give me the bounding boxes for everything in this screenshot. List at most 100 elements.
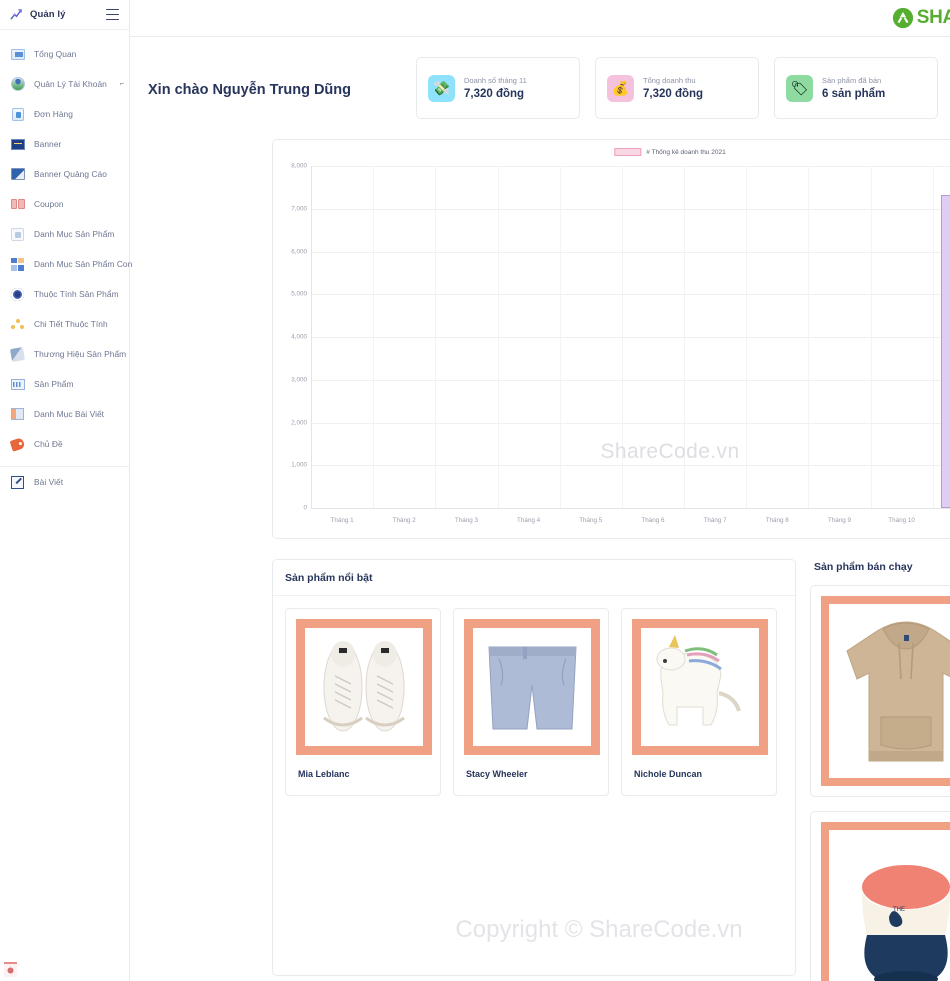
chart-y-tick: 6,000 bbox=[291, 248, 307, 255]
bucket-hat-photo: THE bbox=[821, 822, 950, 981]
chart-vgridline bbox=[621, 166, 623, 508]
chart-arrow-icon bbox=[9, 7, 24, 22]
chart-vgridline bbox=[373, 166, 375, 508]
chart-y-tick: 0 bbox=[303, 504, 307, 512]
svg-text:THE: THE bbox=[893, 907, 905, 913]
sidebar-item-san-pham[interactable]: Sản Phẩm bbox=[0, 369, 129, 399]
hamburger-icon[interactable] bbox=[106, 9, 119, 20]
chart-y-tick: 7,000 bbox=[291, 205, 307, 213]
greeting-row: Xin chào Nguyễn Trung Dũng 💸 Doanh số th… bbox=[130, 37, 950, 119]
chart-y-tick: 3,000 bbox=[291, 376, 307, 384]
product-name: Stacy Wheeler bbox=[466, 769, 528, 779]
chart-vgridline bbox=[684, 166, 685, 508]
sidebar-item-quan-ly-tai-khoan[interactable]: Quản Lý Tài Khoản ⌐ bbox=[0, 69, 129, 99]
sidebar-item-chi-tiet-thuoc-tinh[interactable]: Chi Tiết Thuộc Tính bbox=[0, 309, 129, 339]
sidebar-item-bai-viet[interactable]: Bài Viết bbox=[0, 467, 129, 497]
chart-x-tick: Tháng 8 bbox=[765, 517, 789, 524]
sidebar-item-chu-de[interactable]: Chủ Đề bbox=[0, 429, 129, 459]
revenue-chart-card: # Thống kê doanh thu 2021 0 1,000 2,000 3,0… bbox=[272, 139, 950, 539]
sidebar-item-label: Danh Mục Bài Viết bbox=[34, 409, 105, 419]
sidebar-item-label: Đơn Hàng bbox=[34, 109, 73, 119]
featured-products-panel: Sản phẩm nổi bật Mia Leblanc Stacy Wheel… bbox=[272, 559, 796, 976]
white-sneakers-photo bbox=[296, 619, 432, 755]
sidebar-item-coupon[interactable]: Coupon bbox=[0, 189, 129, 219]
sidebar-item-thuoc-tinh-san-pham[interactable]: Thuộc Tính Sản Phẩm bbox=[0, 279, 129, 309]
stat-label: Sản phẩm đã bán bbox=[822, 76, 882, 85]
sidebar-item-danh-muc-bai-viet[interactable]: Danh Mục Bài Viết bbox=[0, 399, 129, 429]
sidebar-item-danh-muc-san-pham-con[interactable]: Danh Mục Sản Phẩm Con bbox=[0, 249, 133, 279]
chart-gridline bbox=[311, 379, 950, 381]
chart-x-tick: Tháng 5 bbox=[579, 517, 603, 524]
chart-x-tick: Tháng 1 bbox=[330, 517, 354, 524]
sidebar-brand-label: Quản lý bbox=[30, 9, 66, 20]
product-name: Mia Leblanc bbox=[298, 769, 350, 779]
chart-y-tick: 8,000 bbox=[291, 162, 307, 170]
chart-x-tick: Tháng 9 bbox=[827, 517, 851, 524]
sharecode-logo: SHARECODE.vn bbox=[892, 7, 950, 29]
unicorn-plush-photo bbox=[632, 619, 768, 755]
attribute-icon bbox=[10, 287, 25, 302]
write-post-icon bbox=[10, 475, 25, 490]
sidebar-header: Quản lý bbox=[0, 0, 129, 30]
banner-ad-icon bbox=[10, 167, 25, 182]
stat-label: Tổng doanh thu bbox=[643, 76, 696, 85]
sidebar-item-thuong-hieu-san-pham[interactable]: Thương Hiệu Sản Phẩm bbox=[0, 339, 129, 369]
stat-value: 6 sản phẩm bbox=[822, 88, 886, 100]
chart-vgridline bbox=[435, 166, 437, 508]
sidebar-item-label: Thương Hiệu Sản Phẩm bbox=[34, 349, 127, 359]
bestsellers-panel-title: Sản phẩm bán chạy bbox=[814, 561, 913, 573]
sidebar-item-label: Chủ Đề bbox=[34, 439, 63, 449]
chevron-down-icon: ⌐ bbox=[119, 80, 124, 88]
featured-product-list: Mia Leblanc Stacy Wheeler Nichole Duncan bbox=[273, 596, 795, 808]
chart-vgridline bbox=[559, 166, 561, 508]
product-card[interactable]: Mia Leblanc bbox=[285, 608, 441, 796]
chart-vgridline bbox=[932, 166, 934, 508]
product-name: Nichole Duncan bbox=[634, 769, 703, 779]
subcategory-grid-icon bbox=[10, 257, 25, 272]
sidebar-item-banner-quang-cao[interactable]: Banner Quảng Cáo bbox=[0, 159, 129, 189]
chart-y-tick: 5,000 bbox=[291, 290, 307, 298]
chart-bar[interactable] bbox=[941, 195, 950, 508]
attribute-detail-icon bbox=[10, 317, 25, 332]
chart-vgridline bbox=[497, 166, 499, 508]
featured-panel-title: Sản phẩm nổi bật bbox=[273, 560, 795, 596]
chart-y-tick: 2,000 bbox=[291, 419, 307, 426]
product-icon bbox=[10, 377, 25, 392]
sidebar-item-label: Chi Tiết Thuộc Tính bbox=[34, 319, 108, 329]
money-stack-icon: 💰 bbox=[607, 74, 634, 102]
product-sold-icon: 🏷 bbox=[786, 74, 813, 102]
chart-gridline bbox=[311, 422, 950, 424]
sidebar-item-banner[interactable]: Banner bbox=[0, 129, 129, 159]
banner-icon bbox=[10, 137, 25, 152]
sidebar-item-label: Banner Quảng Cáo bbox=[34, 169, 107, 179]
chart-gridline bbox=[311, 208, 950, 210]
stat-cards: 💸 Doanh số tháng 11 7,320 đồng 💰 Tổng do… bbox=[416, 57, 938, 119]
bestseller-card[interactable]: Urielle Brooks Số lượng bán ra : 4 sản p… bbox=[810, 585, 950, 797]
sidebar-item-label: Banner bbox=[34, 139, 62, 149]
stat-value: 7,320 đồng bbox=[464, 88, 525, 100]
stat-label: Doanh số tháng 11 bbox=[464, 76, 527, 85]
bestsellers-panel: Sản phẩm bán chạy Urielle Bro bbox=[810, 559, 950, 981]
sidebar-item-label: Bài Viết bbox=[34, 477, 64, 487]
product-card[interactable]: Nichole Duncan bbox=[621, 608, 777, 796]
sidebar-item-don-hang[interactable]: Đơn Hàng bbox=[0, 99, 129, 129]
bookmark-icon[interactable] bbox=[4, 962, 17, 977]
dashboard-page: Quản lý Tổng Quan Quản Lý Tài Khoản ⌐ Đơ… bbox=[0, 0, 950, 981]
chart-gridline bbox=[311, 337, 950, 338]
sidebar-item-label: Danh Mục Sản Phẩm Con bbox=[34, 259, 133, 269]
sidebar-item-label: Tổng Quan bbox=[34, 49, 77, 59]
sidebar-item-label: Sản Phẩm bbox=[34, 379, 74, 389]
chart-x-tick: Tháng 10 bbox=[888, 517, 915, 524]
chart-gridline bbox=[311, 465, 950, 467]
sidebar-item-tong-quan[interactable]: Tổng Quan bbox=[0, 39, 129, 69]
panels-row: Sản phẩm nổi bật Mia Leblanc Stacy Wheel… bbox=[130, 539, 950, 981]
stat-card-tong-doanh-thu: 💰 Tổng doanh thu 7,320 đồng bbox=[595, 57, 759, 119]
bestseller-card[interactable]: THE Yoshi Simmons Số lượng bán ra : 2 sả… bbox=[810, 811, 950, 981]
product-card[interactable]: Stacy Wheeler bbox=[453, 608, 609, 796]
blue-shorts-photo bbox=[464, 619, 600, 755]
chart-x-axis bbox=[311, 508, 950, 509]
coupon-icon bbox=[10, 197, 25, 212]
sidebar-item-danh-muc-san-pham[interactable]: Danh Mục Sản Phẩm bbox=[0, 219, 129, 249]
recycle-logo-icon bbox=[892, 7, 914, 29]
chart-x-tick: Tháng 6 bbox=[641, 517, 665, 524]
